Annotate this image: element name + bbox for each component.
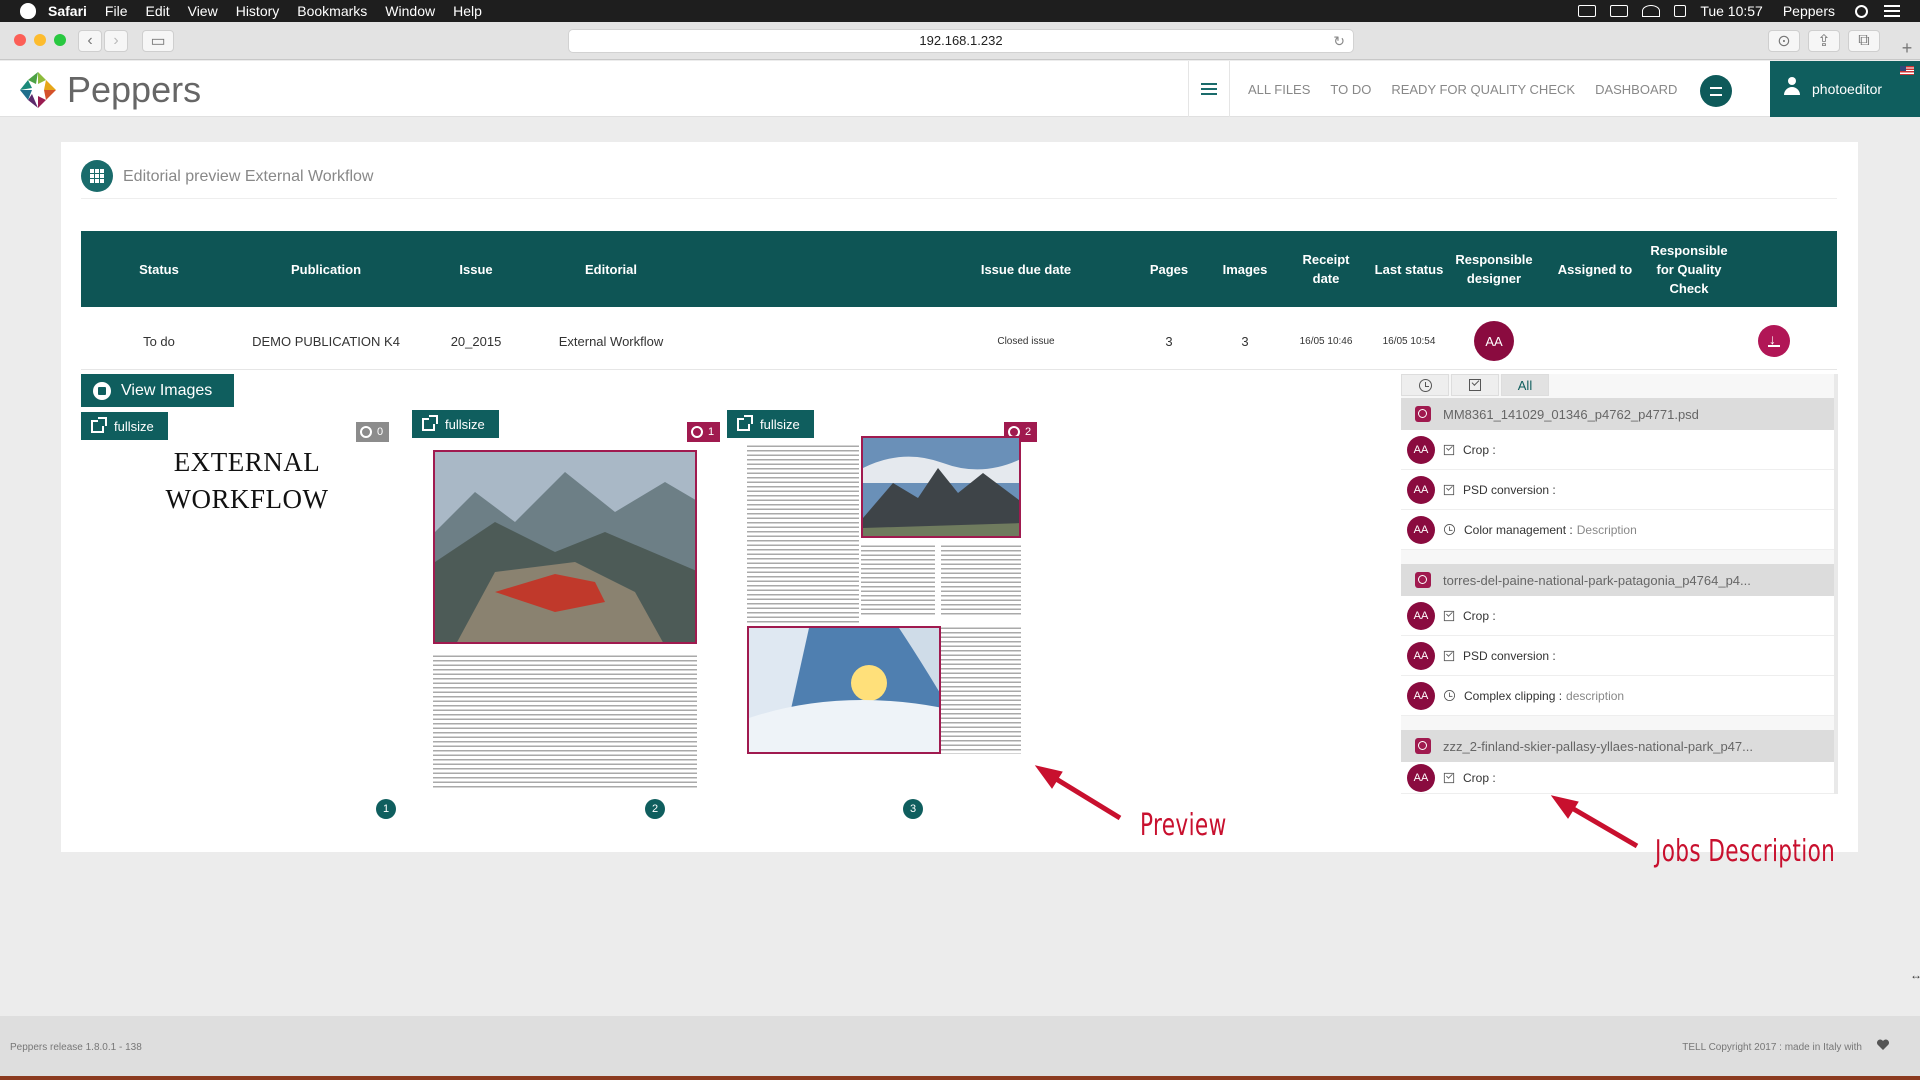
annotation-preview-label: Preview — [1140, 808, 1227, 843]
preview-arrow — [1046, 771, 1122, 821]
annotation-arrows — [1034, 765, 1639, 849]
heart-icon — [1876, 1039, 1890, 1050]
preview-arrowhead — [1034, 765, 1063, 789]
jobs-arrowhead — [1550, 795, 1579, 819]
copyright-text: TELL Copyright 2017 : made in Italy with — [1682, 1042, 1862, 1053]
annotation-jobs-label: Jobs Description — [1655, 834, 1836, 869]
window-bottom-edge — [0, 1076, 1920, 1080]
footer: Peppers release 1.8.0.1 - 138 TELL Copyr… — [0, 1016, 1920, 1076]
release-version: Peppers release 1.8.0.1 - 138 — [10, 1042, 142, 1053]
resize-cursor-icon: ↔ — [1910, 968, 1920, 982]
jobs-arrow — [1563, 801, 1639, 849]
